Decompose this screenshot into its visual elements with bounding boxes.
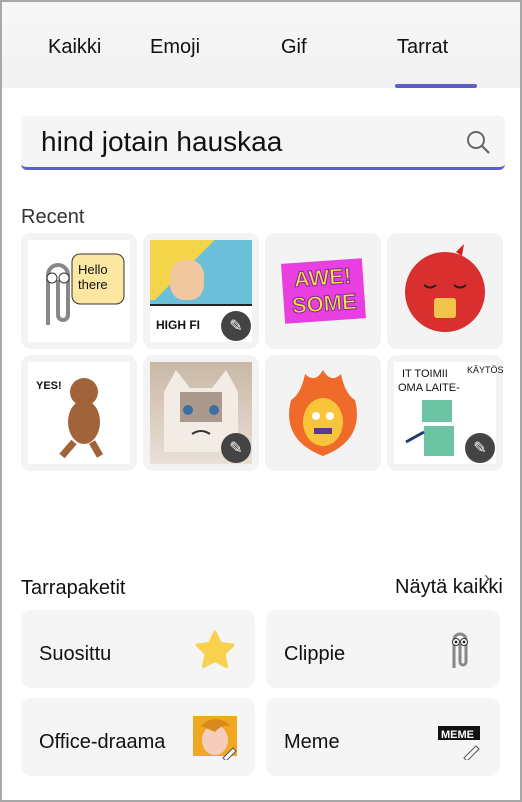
sticker-text: YES! [36,380,62,392]
sticker-fire-character[interactable] [265,355,381,471]
pack-meme[interactable]: Meme MEME [266,698,500,776]
sticker-text: OMA LAITE- [398,382,460,394]
red-monster-icon [405,244,485,332]
edit-icon[interactable]: ✎ [465,433,495,463]
sticker-packs-heading: Tarrapaketit [21,577,126,599]
meme-icon: MEME [438,726,480,760]
pack-clippie[interactable]: Clippie [266,610,500,688]
sticker-text: SOME [290,288,358,319]
sticker-high-five[interactable]: HIGH FI ✎ [143,233,259,349]
tab-kaikki[interactable]: Kaikki [48,36,101,59]
pack-suosittu[interactable]: Suosittu [21,610,255,688]
sticker-panel: Kaikki Emoji Gif Tarrat Recent Hello the… [0,0,522,802]
edit-icon[interactable]: ✎ [221,311,251,341]
tab-tarrat[interactable]: Tarrat [397,36,448,59]
pack-office-draama[interactable]: Office-draama [21,698,255,776]
search-icon[interactable] [465,129,491,155]
pack-label: Meme [284,731,340,753]
tab-gif[interactable]: Gif [281,36,307,59]
sticker-robot-it[interactable]: IT TOIMII OMA LAITE- KÄYTÖSSÄ ✎ [387,355,503,471]
edit-icon[interactable]: ✎ [221,433,251,463]
sticker-text: HIGH FI [156,318,200,332]
sticker-text: Hello there [78,262,108,292]
monkey-icon [59,378,104,459]
sticker-red-monster[interactable] [387,233,503,349]
sticker-text: KÄYTÖSSÄ [467,365,503,375]
chevron-right-icon[interactable]: › [484,568,490,589]
paperclip-icon [452,632,468,668]
recent-stickers-grid: Hello there HIGH FI ✎ AWE! SOME YES! ✎ I… [21,233,503,471]
search-box [21,116,505,170]
sticker-awesome[interactable]: AWE! SOME [265,233,381,349]
pack-label: Clippie [284,643,346,665]
sticker-text: IT TOIMII [402,368,448,380]
active-tab-indicator [395,84,477,88]
sticker-grumpy-cat[interactable]: ✎ [143,355,259,471]
pack-label: Office-draama [39,731,166,753]
tab-emoji[interactable]: Emoji [150,36,200,59]
star-icon [195,630,235,668]
svg-text:MEME: MEME [441,729,474,741]
sticker-monkey-yes[interactable]: YES! [21,355,137,471]
pack-label: Suosittu [39,643,112,665]
search-input[interactable] [41,124,461,160]
comic-woman-icon [193,716,237,760]
tab-bar: Kaikki Emoji Gif Tarrat [2,2,520,88]
sticker-clippy-hello[interactable]: Hello there [21,233,137,349]
fire-character-icon [289,370,357,456]
recent-heading: Recent [21,206,85,228]
